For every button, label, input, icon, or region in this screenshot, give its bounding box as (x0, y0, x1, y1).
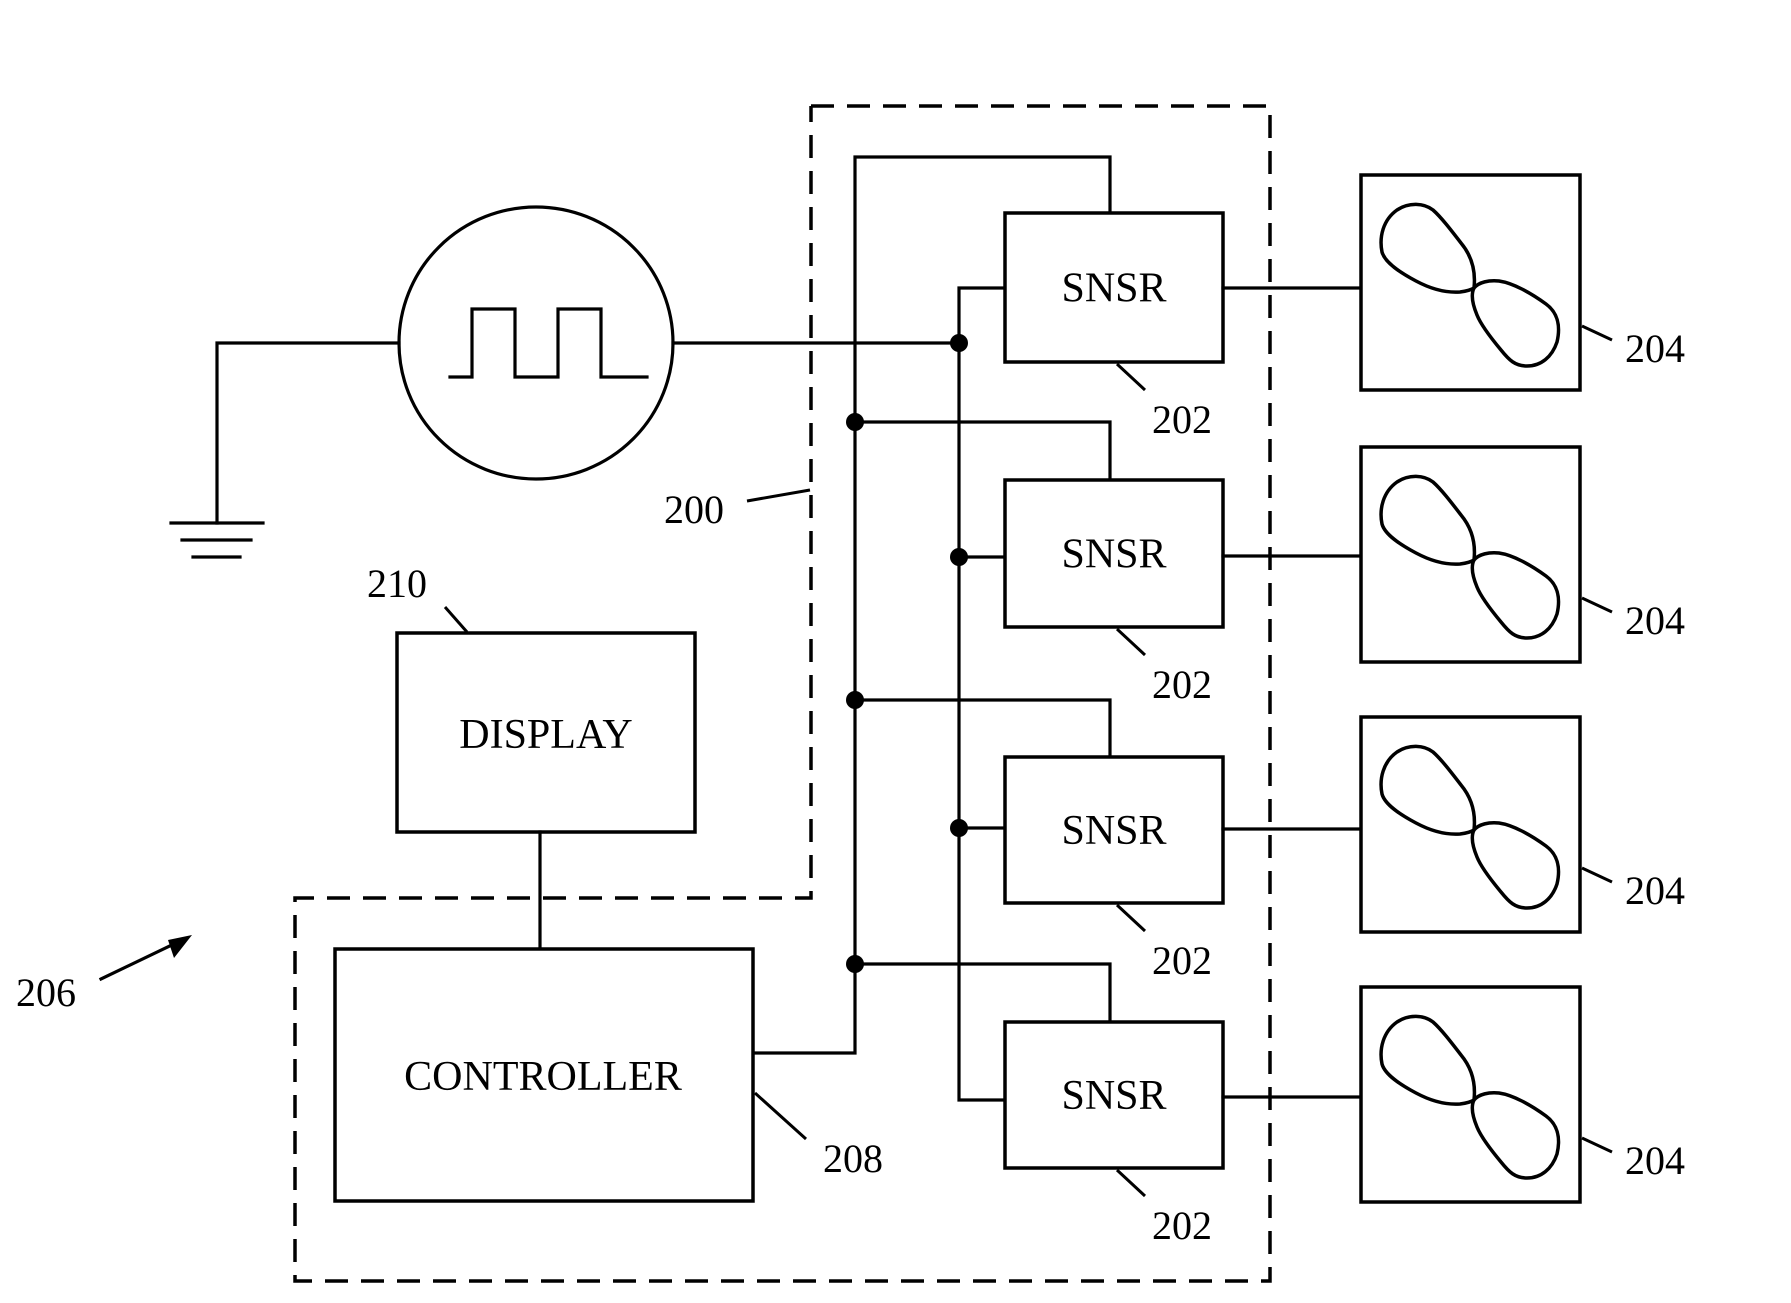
sensor-ref-label: 202 (1152, 938, 1212, 983)
sensor-ref-leader (1115, 362, 1147, 392)
sensor-label: SNSR (1061, 532, 1166, 578)
sensor-ref-leader (1115, 903, 1147, 933)
sensor-ref-label: 202 (1152, 1203, 1212, 1248)
junction-dot (846, 691, 864, 709)
fan-ref-label: 204 (1625, 598, 1685, 643)
sensor-block: SNSR (1003, 755, 1225, 905)
sensor-ref-label: 202 (1152, 662, 1212, 707)
fan-ref-label: 204 (1625, 868, 1685, 913)
fan-block (1359, 985, 1582, 1204)
fan-ref-label: 204 (1625, 1138, 1685, 1183)
sensor-label: SNSR (1061, 266, 1166, 312)
junction-dot (846, 955, 864, 973)
system-arrow-icon (98, 935, 192, 982)
sensor-label: SNSR (1061, 808, 1166, 854)
junction-dot (950, 334, 968, 352)
fan-ref-leader (1581, 1136, 1613, 1154)
sensor-ref-leader (1115, 627, 1147, 657)
fan-ref-label: 204 (1625, 326, 1685, 371)
junction-dot (950, 548, 968, 566)
junction-dot (846, 413, 864, 431)
fan-ref-leader (1581, 324, 1613, 342)
sensor-region-leader (746, 488, 811, 503)
display-label: DISPLAY (459, 712, 633, 758)
fan-sensor-schematic: DISPLAY 210 CONTROLLER 208 200 206 SNSR 2… (16, 104, 1685, 1283)
display-block: DISPLAY (395, 631, 697, 834)
junction-dot (950, 819, 968, 837)
sensor-block: SNSR (1003, 1020, 1225, 1170)
controller-ref-leader (753, 1091, 808, 1141)
sensor-ref-leader (1115, 1168, 1147, 1198)
controller-ref-label: 208 (823, 1136, 883, 1181)
display-ref-label: 210 (367, 561, 427, 606)
controller-label: CONTROLLER (404, 1054, 682, 1100)
fan-ref-leader (1581, 866, 1613, 884)
sensor-ref-label: 202 (1152, 397, 1212, 442)
sensor-block: SNSR (1003, 478, 1225, 629)
ground-icon (169, 341, 401, 559)
controller-block: CONTROLLER (333, 947, 755, 1203)
pulse-signal-source (397, 205, 675, 481)
sensor-region-ref-label: 200 (664, 487, 724, 532)
fan-ref-leader (1581, 596, 1613, 614)
system-ref-label: 206 (16, 970, 76, 1015)
display-ref-leader (443, 606, 469, 633)
square-wave-icon (448, 307, 649, 379)
sensor-label: SNSR (1061, 1073, 1166, 1119)
fan-block (1359, 715, 1582, 934)
fan-block (1359, 173, 1582, 392)
fan-block (1359, 445, 1582, 664)
signal-bus (950, 286, 1007, 1102)
sensor-block: SNSR (1003, 211, 1225, 364)
